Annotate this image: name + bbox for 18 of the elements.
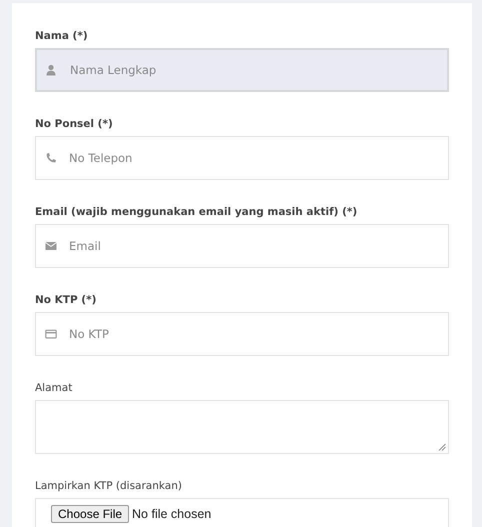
resize-handle-icon[interactable] (438, 443, 446, 451)
input-field[interactable]: No Telepon (35, 136, 449, 180)
file-status: No file chosen (132, 506, 212, 521)
card-icon (45, 328, 57, 340)
input-field[interactable]: No KTP (35, 312, 449, 356)
envelope-icon (45, 240, 57, 252)
phone-icon (45, 152, 57, 164)
file-input[interactable]: Choose File No file chosen (35, 498, 449, 527)
input-field[interactable]: Email (35, 224, 449, 268)
field-label: Alamat (35, 382, 72, 395)
user-icon (45, 64, 57, 76)
choose-file-button[interactable]: Choose File (51, 505, 130, 523)
field-label: Email (wajib menggunakan email yang masih aktif) (*) (35, 206, 358, 219)
input-field[interactable]: Nama Lengkap (35, 48, 449, 92)
field-label: Lampirkan KTP (disarankan) (35, 480, 182, 493)
field-label: No KTP (*) (35, 294, 96, 307)
field-label: Nama (*) (35, 30, 88, 43)
field-label: No Ponsel (*) (35, 118, 113, 131)
